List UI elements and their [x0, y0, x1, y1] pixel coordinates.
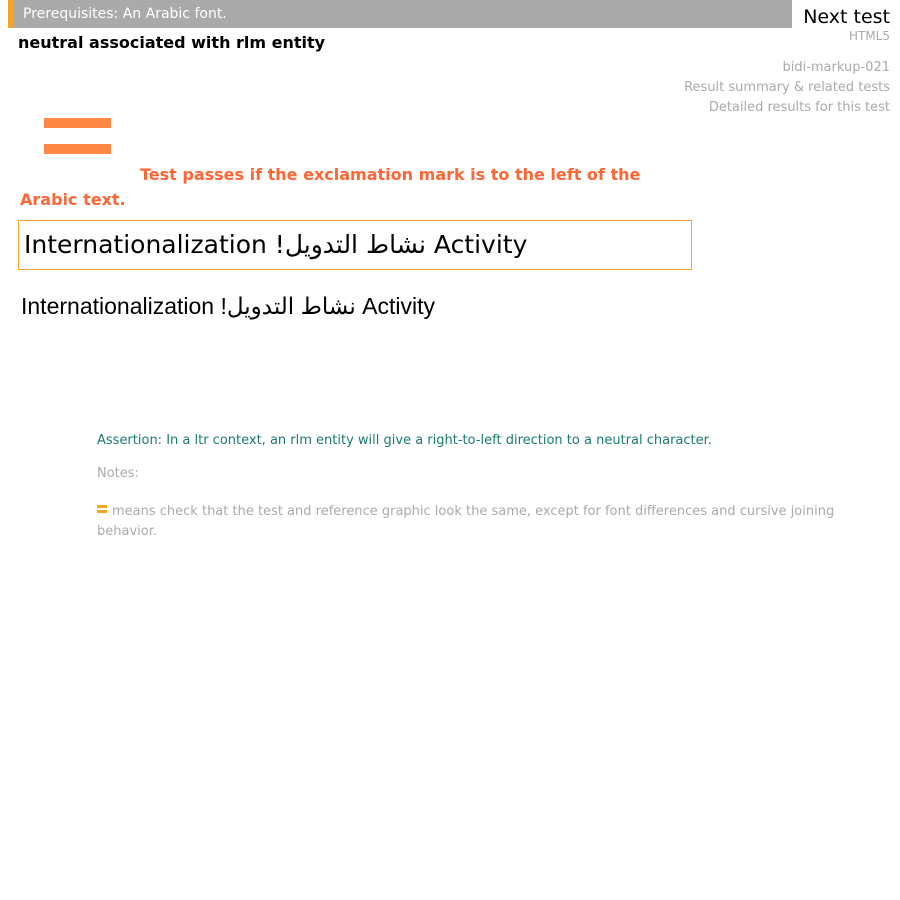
test-id: bidi-markup-021 — [782, 60, 890, 75]
result-summary-link[interactable]: Result summary & related tests — [684, 80, 890, 95]
page: Prerequisites: An Arabic font. Next test… — [0, 0, 900, 900]
equals-icon-top-bar — [44, 118, 111, 128]
next-test-link[interactable]: Next test — [803, 6, 890, 28]
test-box: Internationalization !نشاط التدويل Activ… — [18, 220, 692, 270]
notes-label: Notes: — [97, 466, 139, 481]
page-title: neutral associated with rlm entity — [18, 33, 326, 52]
assertion-text: Assertion: In a ltr context, an rlm enti… — [97, 433, 712, 448]
equals-note-text: means check that the test and reference … — [97, 504, 835, 539]
notes-body: means check that the test and reference … — [97, 502, 837, 542]
prerequisites-bar: Prerequisites: An Arabic font. — [8, 0, 792, 28]
reference-text: Internationalization !نشاط التدويل Activ… — [21, 293, 436, 319]
small-equals-icon-top-bar — [97, 505, 107, 508]
equals-icon-bottom-bar — [44, 144, 111, 154]
test-instructions: Test passes if the exclamation mark is t… — [20, 165, 641, 209]
small-equals-icon — [97, 505, 107, 514]
detailed-results-link[interactable]: Detailed results for this test — [709, 100, 890, 115]
equals-icon — [44, 118, 111, 154]
prerequisites-text: Prerequisites: An Arabic font. — [23, 6, 227, 22]
small-equals-icon-bottom-bar — [97, 510, 107, 513]
format-label: HTML5 — [848, 29, 890, 43]
test-text: Internationalization !نشاط التدويل Activ… — [24, 230, 528, 259]
